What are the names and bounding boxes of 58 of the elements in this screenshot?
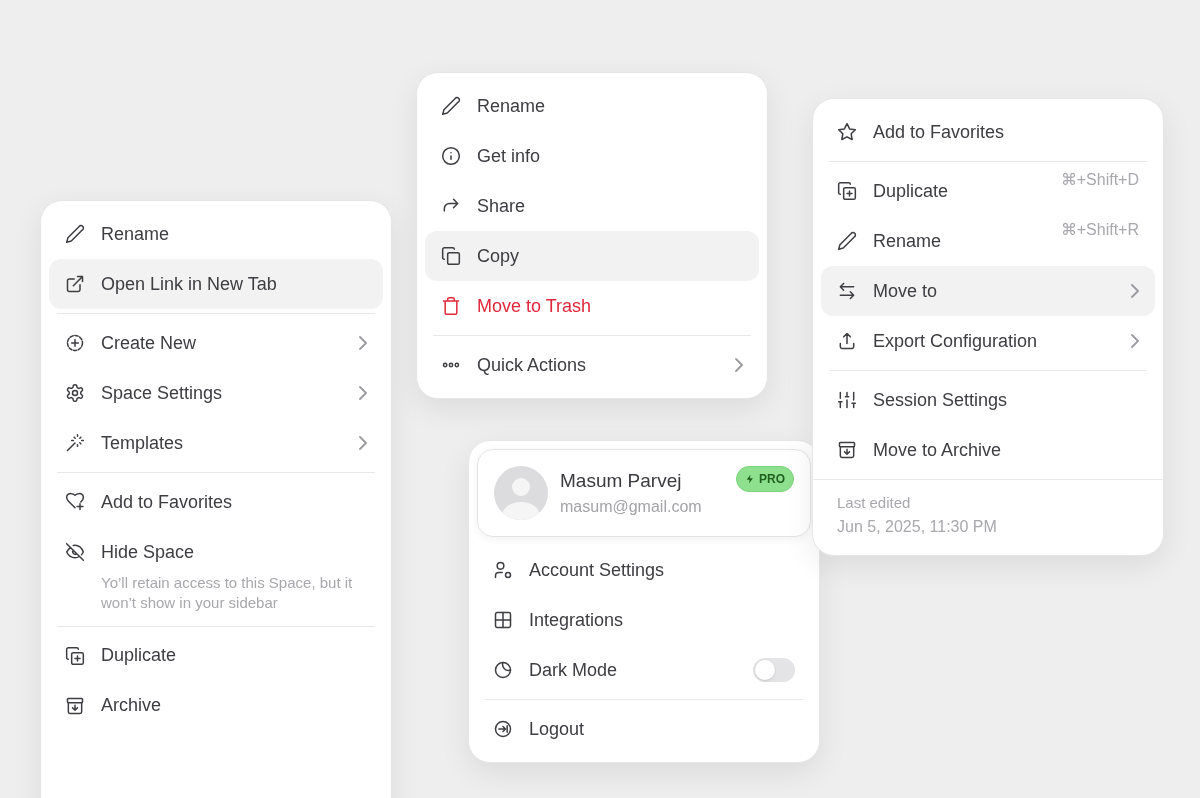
sliders-icon (837, 390, 857, 410)
copy-icon (441, 246, 461, 266)
pro-badge: PRO (736, 466, 794, 492)
trash-icon (441, 296, 461, 316)
menu-item[interactable]: Duplicate (49, 630, 383, 681)
menu-item[interactable]: Copy (425, 231, 759, 281)
menu-item[interactable]: Account Settings (477, 545, 811, 595)
menu-item[interactable]: Get info (425, 131, 759, 181)
external-link-icon (65, 274, 85, 294)
user-email: masum@gmail.com (560, 497, 703, 518)
menu-item[interactable]: Rename ⌘+Shift+R (821, 216, 1155, 266)
shortcut-text: ⌘+Shift+D (1060, 170, 1139, 190)
last-edited-time: Jun 5, 2025, 11:30 PM (837, 516, 998, 537)
user-name: Masum Parvej (560, 468, 683, 493)
plus-circle-icon (65, 333, 85, 353)
menu-item[interactable]: Rename (425, 81, 759, 131)
settings-icon (65, 383, 85, 403)
user-settings-icon (493, 560, 513, 580)
menu-item[interactable]: Dark Mode (477, 645, 811, 695)
arrows-icon (837, 281, 857, 301)
pencil-icon (65, 224, 85, 244)
menu-item[interactable]: Export Configuration (821, 316, 1155, 366)
menu-item[interactable]: Share (425, 181, 759, 231)
menu-item[interactable]: Archive (49, 680, 383, 731)
duplicate-icon (65, 645, 85, 666)
menu-item[interactable]: Add to Favorites (821, 107, 1155, 157)
footer-label: Last edited (837, 493, 912, 513)
menu-item[interactable]: Rename (49, 209, 383, 259)
menu-item[interactable]: Move to Archive (821, 425, 1155, 475)
pencil-icon (837, 231, 857, 251)
archive-icon (65, 695, 85, 716)
pencil-icon (441, 96, 461, 116)
shortcut-text: ⌘+Shift+R (1060, 220, 1139, 240)
menu-item[interactable]: Duplicate ⌘+Shift+D (821, 166, 1155, 216)
eye-off-icon (65, 542, 85, 562)
toggle-switch[interactable] (753, 658, 795, 682)
magic-wand-icon (65, 433, 85, 453)
info-icon (441, 146, 461, 166)
menu-item[interactable]: Create New (49, 318, 383, 368)
menu-item[interactable]: Open Link in New Tab (49, 259, 383, 309)
duplicate-icon (837, 181, 857, 201)
menu-item[interactable]: Add to Favorites (49, 477, 383, 527)
menu-item[interactable]: Space Settings (49, 368, 383, 418)
menu-item[interactable]: Session Settings (821, 375, 1155, 425)
menu-item[interactable]: Integrations (477, 595, 811, 645)
menu-item[interactable]: Logout (477, 704, 811, 754)
menu-item[interactable]: Templates (49, 418, 383, 468)
avatar-icon (494, 466, 548, 520)
upload-icon (837, 331, 857, 351)
archive-icon (837, 440, 857, 460)
heart-plus-icon (65, 492, 85, 512)
logout-icon (493, 719, 513, 739)
star-icon (837, 122, 857, 142)
menu-item[interactable]: Quick Actions (425, 340, 759, 390)
menu-item[interactable]: Move to (821, 266, 1155, 316)
menu-item[interactable]: Move to Trash (425, 281, 759, 331)
moon-icon (493, 660, 513, 680)
grid-icon (493, 610, 513, 630)
